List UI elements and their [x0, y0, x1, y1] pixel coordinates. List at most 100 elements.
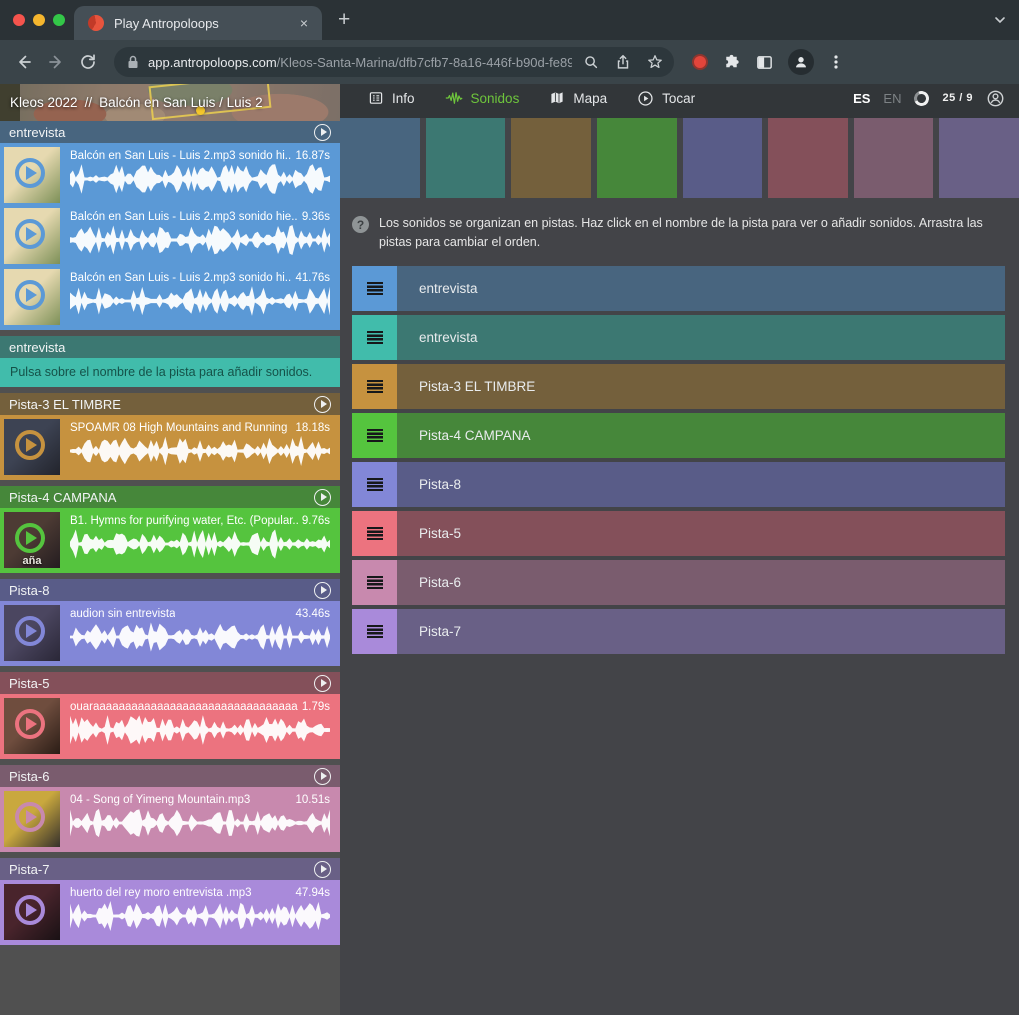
clip-item[interactable]: ouaraaaaaaaaaaaaaaaaaaaaaaaaaaaaaaaaaaa.… [0, 694, 340, 759]
language-en[interactable]: EN [883, 91, 901, 106]
track-color-swatch[interactable] [597, 118, 677, 198]
track-row[interactable]: entrevista [352, 315, 1005, 360]
track-section-header[interactable]: Pista-7 [0, 858, 340, 880]
track-drag-handle[interactable] [352, 315, 397, 360]
clip-thumbnail[interactable]: aña [4, 512, 60, 568]
close-window-button[interactable] [13, 14, 25, 26]
clip-item[interactable]: 04 - Song of Yimeng Mountain.mp310.51s [0, 787, 340, 852]
track-row-bar[interactable]: Pista-8 [397, 462, 1005, 507]
zoom-window-button[interactable] [53, 14, 65, 26]
browser-menu-icon[interactable] [828, 53, 844, 71]
language-es[interactable]: ES [853, 91, 870, 106]
track-drag-handle[interactable] [352, 511, 397, 556]
browser-tab[interactable]: Play Antropoloops × [74, 6, 322, 40]
track-row[interactable]: Pista-8 [352, 462, 1005, 507]
track-row-bar[interactable]: Pista-3 EL TIMBRE [397, 364, 1005, 409]
project-map-thumbnail[interactable]: Kleos 2022 // Balcón en San Luis / Luis … [0, 84, 340, 121]
track-row-bar[interactable]: entrevista [397, 266, 1005, 311]
clip-item[interactable]: añaB1. Hymns for purifying water, Etc. (… [0, 508, 340, 573]
bookmark-star-icon[interactable] [646, 53, 664, 71]
track-row-bar[interactable]: Pista-4 CAMPANA [397, 413, 1005, 458]
back-button[interactable] [10, 48, 38, 76]
track-row-bar[interactable]: Pista-6 [397, 560, 1005, 605]
tab-close-icon[interactable]: × [296, 13, 312, 33]
section-play-icon[interactable] [314, 582, 331, 599]
track-color-swatch[interactable] [683, 118, 763, 198]
track-color-swatch[interactable] [854, 118, 934, 198]
track-row-bar[interactable]: Pista-5 [397, 511, 1005, 556]
track-section-header[interactable]: Pista-6 [0, 765, 340, 787]
track-drag-handle[interactable] [352, 266, 397, 311]
track-row[interactable]: Pista-7 [352, 609, 1005, 654]
account-icon[interactable] [986, 89, 1005, 108]
clip-thumbnail[interactable] [4, 208, 60, 264]
section-play-icon[interactable] [314, 124, 331, 141]
clip-play-icon[interactable] [15, 709, 45, 739]
track-row[interactable]: entrevista [352, 266, 1005, 311]
zoom-page-icon[interactable] [582, 53, 600, 71]
clip-item[interactable]: huerto del rey moro entrevista .mp347.94… [0, 880, 340, 945]
clip-item[interactable]: audion sin entrevista43.46s [0, 601, 340, 666]
clip-play-icon[interactable] [15, 616, 45, 646]
track-row-bar[interactable]: entrevista [397, 315, 1005, 360]
nav-tab-info[interactable]: Info [368, 90, 415, 106]
track-row-bar[interactable]: Pista-7 [397, 609, 1005, 654]
nav-tab-sonidos[interactable]: Sonidos [445, 90, 520, 106]
share-icon[interactable] [614, 53, 632, 71]
reload-button[interactable] [74, 48, 102, 76]
clip-thumbnail[interactable] [4, 698, 60, 754]
section-play-icon[interactable] [314, 396, 331, 413]
side-panel-icon[interactable] [755, 53, 774, 72]
track-color-swatch[interactable] [511, 118, 591, 198]
clip-play-icon[interactable] [15, 430, 45, 460]
nav-tab-tocar[interactable]: Tocar [637, 90, 695, 107]
track-color-swatch[interactable] [768, 118, 848, 198]
track-drag-handle[interactable] [352, 364, 397, 409]
extensions-puzzle-icon[interactable] [722, 53, 741, 72]
minimize-window-button[interactable] [33, 14, 45, 26]
track-row[interactable]: Pista-4 CAMPANA [352, 413, 1005, 458]
track-section-header[interactable]: entrevista [0, 121, 340, 143]
track-row[interactable]: Pista-6 [352, 560, 1005, 605]
track-color-swatch[interactable] [340, 118, 420, 198]
clip-item[interactable]: Balcón en San Luis - Luis 2.mp3 sonido h… [0, 143, 340, 208]
clip-play-icon[interactable] [15, 158, 45, 188]
track-color-swatch[interactable] [939, 118, 1019, 198]
track-drag-handle[interactable] [352, 413, 397, 458]
track-section-header[interactable]: Pista-5 [0, 672, 340, 694]
section-play-icon[interactable] [314, 489, 331, 506]
clip-play-icon[interactable] [15, 895, 45, 925]
track-row[interactable]: Pista-5 [352, 511, 1005, 556]
track-section-header[interactable]: entrevista [0, 336, 340, 358]
clip-thumbnail[interactable] [4, 791, 60, 847]
track-section-header[interactable]: Pista-8 [0, 579, 340, 601]
tab-search-chevron-icon[interactable] [993, 13, 1007, 27]
forward-button[interactable] [42, 48, 70, 76]
clip-play-icon[interactable] [15, 219, 45, 249]
clip-play-icon[interactable] [15, 280, 45, 310]
track-section-header[interactable]: Pista-3 EL TIMBRE [0, 393, 340, 415]
track-section-header[interactable]: Pista-4 CAMPANA [0, 486, 340, 508]
clip-thumbnail[interactable] [4, 605, 60, 661]
clip-item[interactable]: Balcón en San Luis - Luis 2.mp3 sonido h… [0, 269, 340, 330]
track-color-swatch[interactable] [426, 118, 506, 198]
section-play-icon[interactable] [314, 861, 331, 878]
url-bar[interactable]: app.antropoloops.com/Kleos-Santa-Marina/… [114, 47, 674, 77]
screen-record-indicator-icon[interactable] [692, 54, 708, 70]
clip-item[interactable]: Balcón en San Luis - Luis 2.mp3 sonido h… [0, 208, 340, 269]
clip-play-icon[interactable] [15, 523, 45, 553]
section-play-icon[interactable] [314, 675, 331, 692]
clip-item[interactable]: SPOAMR 08 High Mountains and Running ...… [0, 415, 340, 480]
profile-avatar[interactable] [788, 49, 814, 75]
track-drag-handle[interactable] [352, 609, 397, 654]
nav-tab-mapa[interactable]: Mapa [549, 90, 607, 106]
clip-thumbnail[interactable] [4, 884, 60, 940]
breadcrumb-project[interactable]: Kleos 2022 [10, 95, 78, 110]
clip-play-icon[interactable] [15, 802, 45, 832]
clip-thumbnail[interactable] [4, 269, 60, 325]
clip-thumbnail[interactable] [4, 419, 60, 475]
new-tab-button[interactable]: + [338, 9, 350, 30]
track-drag-handle[interactable] [352, 560, 397, 605]
track-drag-handle[interactable] [352, 462, 397, 507]
track-row[interactable]: Pista-3 EL TIMBRE [352, 364, 1005, 409]
